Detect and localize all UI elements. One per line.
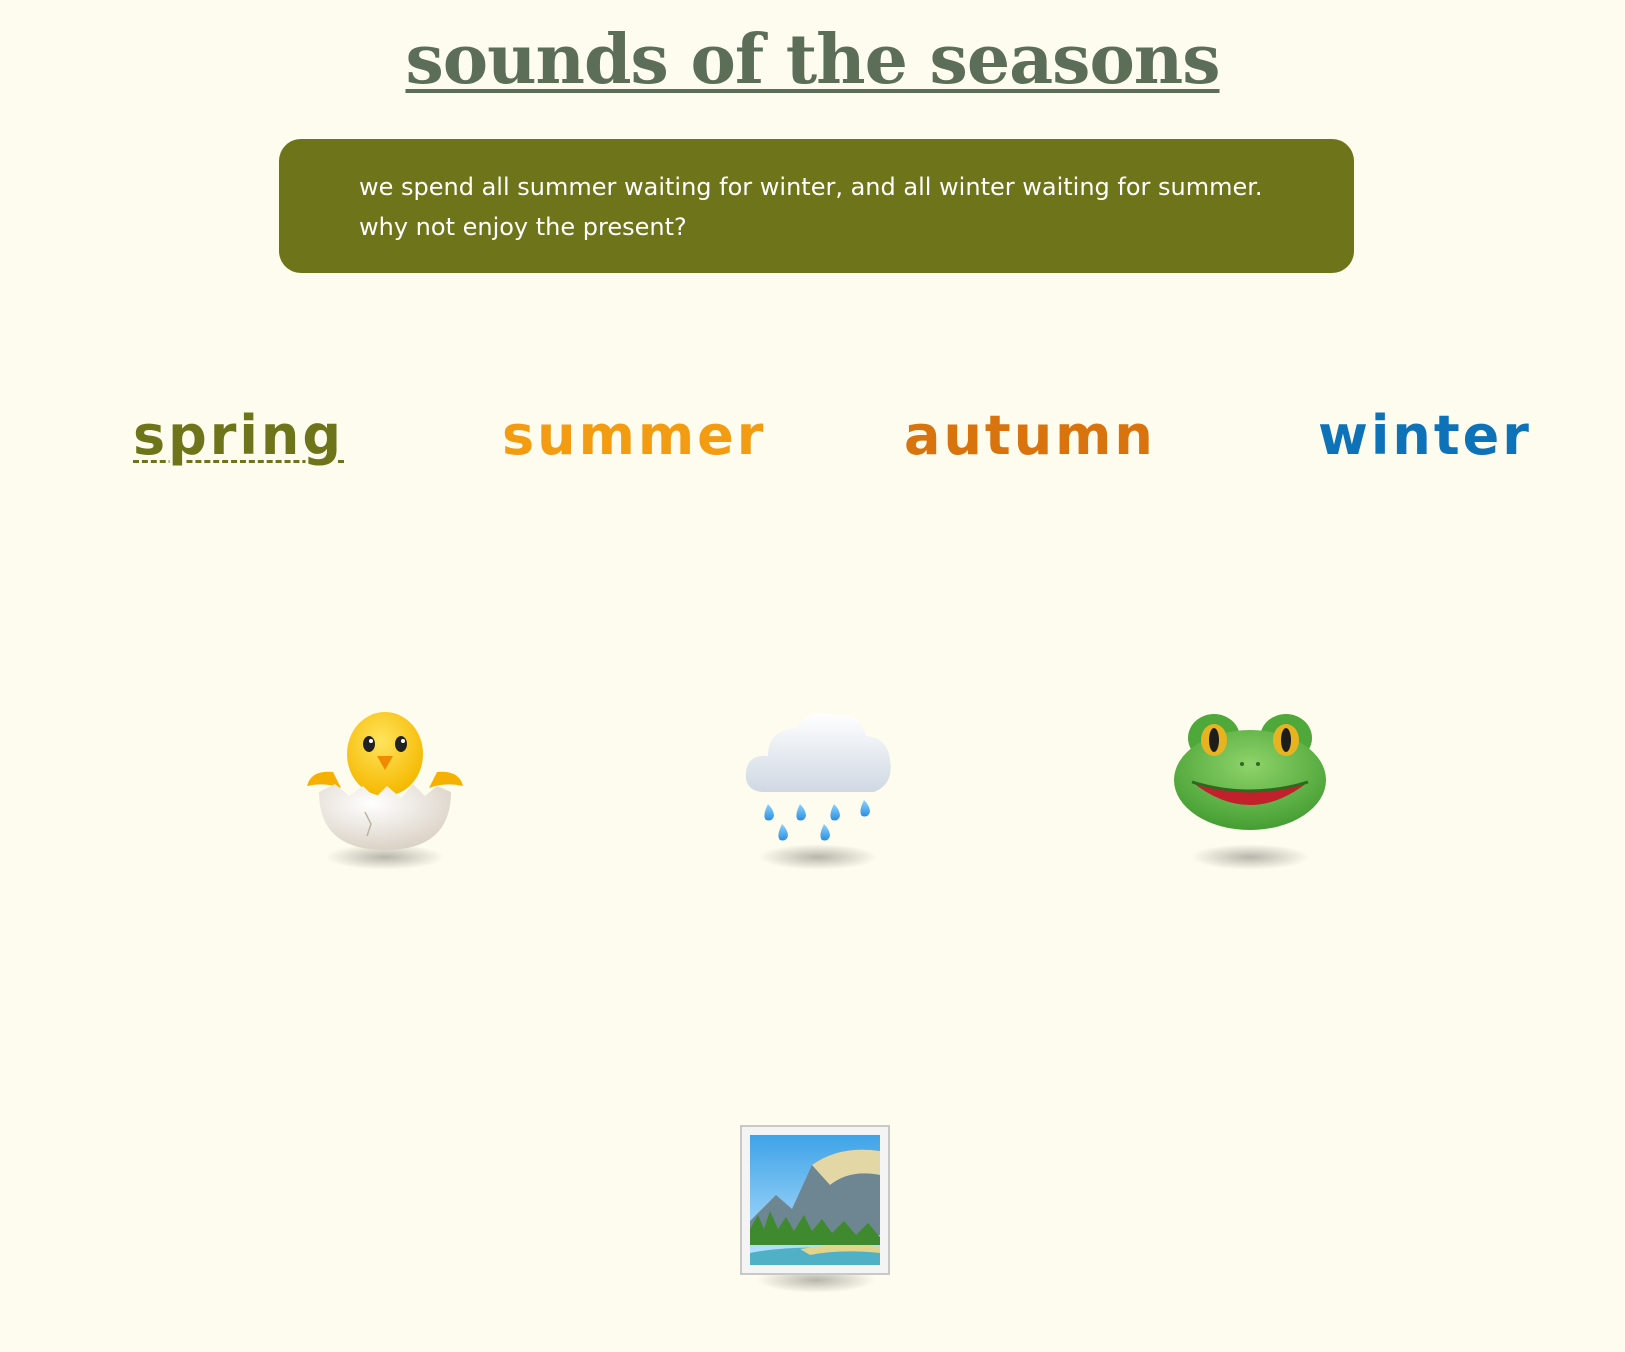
quote-line-2: why not enjoy the present? [359,213,687,241]
tab-autumn[interactable]: autumn [904,396,1156,476]
sound-button-frog[interactable] [1170,700,1330,870]
landscape-picture-icon [740,1125,890,1275]
quote-box: we spend all summer waiting for winter, … [279,139,1354,273]
tab-summer[interactable]: summer [502,396,766,476]
frog-icon [1174,714,1326,830]
quote-line-1: we spend all summer waiting for winter, … [359,173,1263,201]
rain-cloud-icon [745,712,891,841]
tab-winter[interactable]: winter [1318,396,1532,476]
sound-button-chick[interactable] [305,700,465,870]
tab-spring[interactable]: spring [133,396,344,476]
page-title: sounds of the seasons [405,20,1220,100]
sound-button-picture[interactable] [740,1125,892,1293]
sound-button-rain[interactable] [738,700,898,870]
hatching-chick-icon [307,712,463,850]
